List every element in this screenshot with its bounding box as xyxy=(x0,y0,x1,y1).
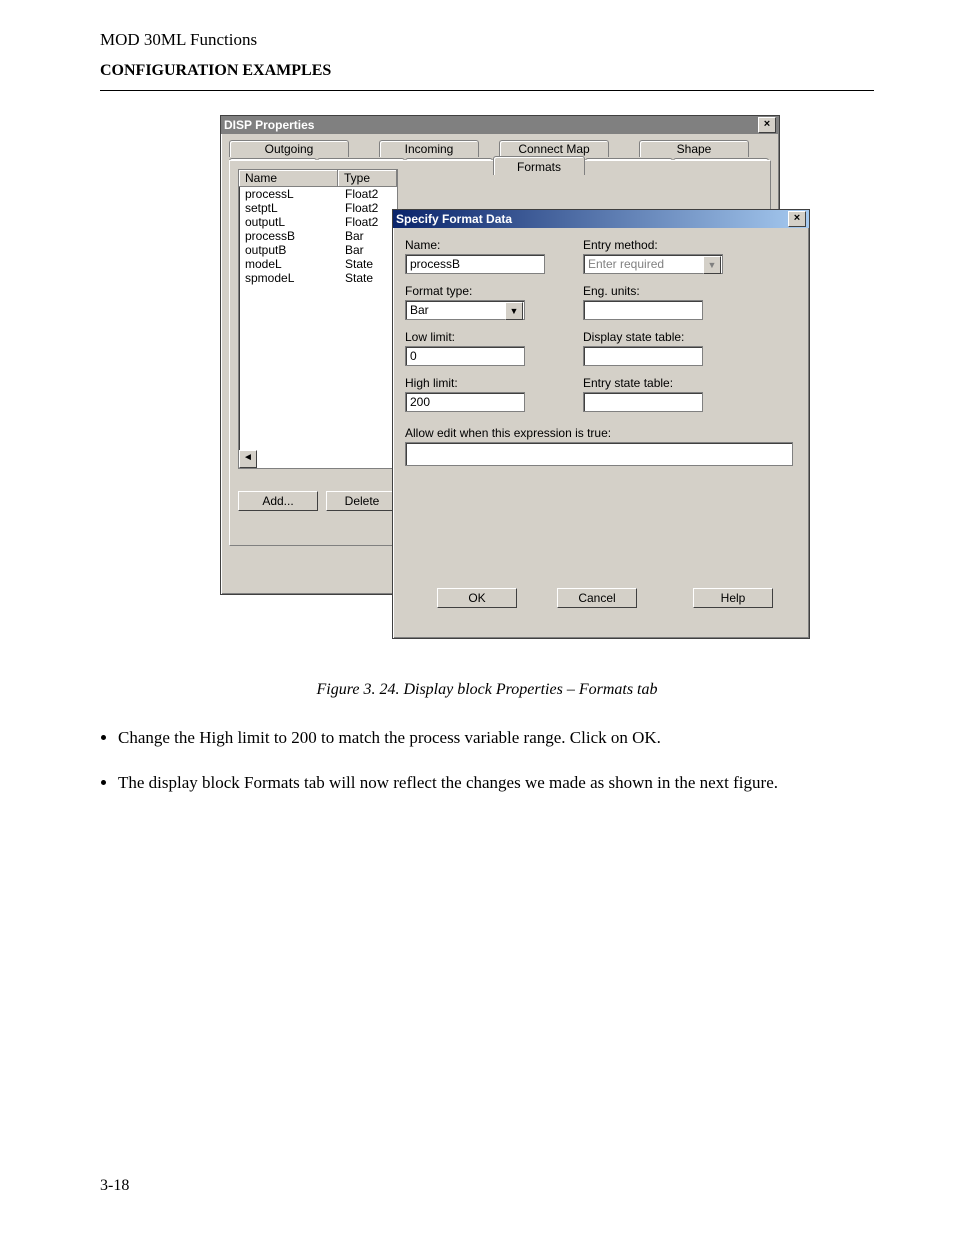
scroll-left-icon[interactable]: ◄ xyxy=(239,450,257,468)
high-limit-label: High limit: xyxy=(405,376,458,390)
disp-titlebar: DISP Properties × xyxy=(221,116,779,134)
section-title: CONFIGURATION EXAMPLES xyxy=(100,62,874,80)
list-item[interactable]: spmodeLState xyxy=(239,271,397,285)
eng-units-label: Eng. units: xyxy=(583,284,640,298)
list-item[interactable]: processBBar xyxy=(239,229,397,243)
list-item[interactable]: processLFloat2 xyxy=(239,187,397,201)
format-type-label: Format type: xyxy=(405,284,472,298)
page-number: 3-18 xyxy=(100,1177,129,1195)
entry-method-label: Entry method: xyxy=(583,238,658,252)
specify-format-dialog: Specify Format Data × Name: processB For… xyxy=(392,209,810,639)
figure-caption: Figure 3. 24. Display block Properties –… xyxy=(100,681,874,699)
eng-units-field[interactable] xyxy=(583,300,703,320)
chevron-down-icon[interactable]: ▼ xyxy=(505,302,523,320)
low-limit-field[interactable]: 0 xyxy=(405,346,525,366)
list-item[interactable]: outputBBar xyxy=(239,243,397,257)
name-label: Name: xyxy=(405,238,440,252)
list-item[interactable]: modeLState xyxy=(239,257,397,271)
format-type-select[interactable]: Bar ▼ xyxy=(405,300,525,320)
list-item[interactable]: setptLFloat2 xyxy=(239,201,397,215)
entry-state-table-field[interactable] xyxy=(583,392,703,412)
tab-shape[interactable]: Shape xyxy=(639,140,749,157)
format-dialog-title: Specify Format Data xyxy=(396,212,512,226)
name-field[interactable]: processB xyxy=(405,254,545,274)
add-button[interactable]: Add... xyxy=(238,491,318,511)
help-button[interactable]: Help xyxy=(693,588,773,608)
format-dialog-titlebar: Specify Format Data × xyxy=(393,210,809,228)
tab-formats[interactable]: Formats xyxy=(493,156,585,175)
running-header: MOD 30ML Functions xyxy=(100,30,874,50)
list-body: processLFloat2 setptLFloat2 outputLFloat… xyxy=(239,187,397,285)
figure-number: Figure 3. 24. xyxy=(317,681,404,698)
allow-edit-field[interactable] xyxy=(405,442,793,466)
close-icon[interactable]: × xyxy=(758,117,776,133)
tab-incoming[interactable]: Incoming xyxy=(379,140,479,157)
list-item[interactable]: outputLFloat2 xyxy=(239,215,397,229)
instruction-item: Change the High limit to 200 to match th… xyxy=(118,727,874,750)
instruction-item: The display block Formats tab will now r… xyxy=(118,772,874,795)
tab-outgoing[interactable]: Outgoing xyxy=(229,140,349,157)
delete-button[interactable]: Delete xyxy=(326,491,398,511)
disp-title-text: DISP Properties xyxy=(224,118,314,132)
ok-button[interactable]: OK xyxy=(437,588,517,608)
entry-state-table-label: Entry state table: xyxy=(583,376,673,390)
figure-text: Display block Properties – Formats tab xyxy=(403,681,657,698)
allow-edit-label: Allow edit when this expression is true: xyxy=(405,426,611,440)
header-rule xyxy=(100,90,874,91)
entry-method-select: Enter required ▼ xyxy=(583,254,723,274)
close-icon[interactable]: × xyxy=(788,211,806,227)
formats-list[interactable]: Name Type processLFloat2 setptLFloat2 ou… xyxy=(238,169,398,469)
display-state-table-label: Display state table: xyxy=(583,330,684,344)
high-limit-field[interactable]: 200 xyxy=(405,392,525,412)
tab-connect-map[interactable]: Connect Map xyxy=(499,140,609,157)
list-header-name[interactable]: Name xyxy=(239,170,338,186)
low-limit-label: Low limit: xyxy=(405,330,455,344)
chevron-down-icon: ▼ xyxy=(703,256,721,274)
display-state-table-field[interactable] xyxy=(583,346,703,366)
instruction-list: Change the High limit to 200 to match th… xyxy=(118,727,874,795)
cancel-button[interactable]: Cancel xyxy=(557,588,637,608)
screenshot-figure: DISP Properties × Outgoing Incoming Conn… xyxy=(220,115,810,645)
list-header-type[interactable]: Type xyxy=(338,170,397,186)
